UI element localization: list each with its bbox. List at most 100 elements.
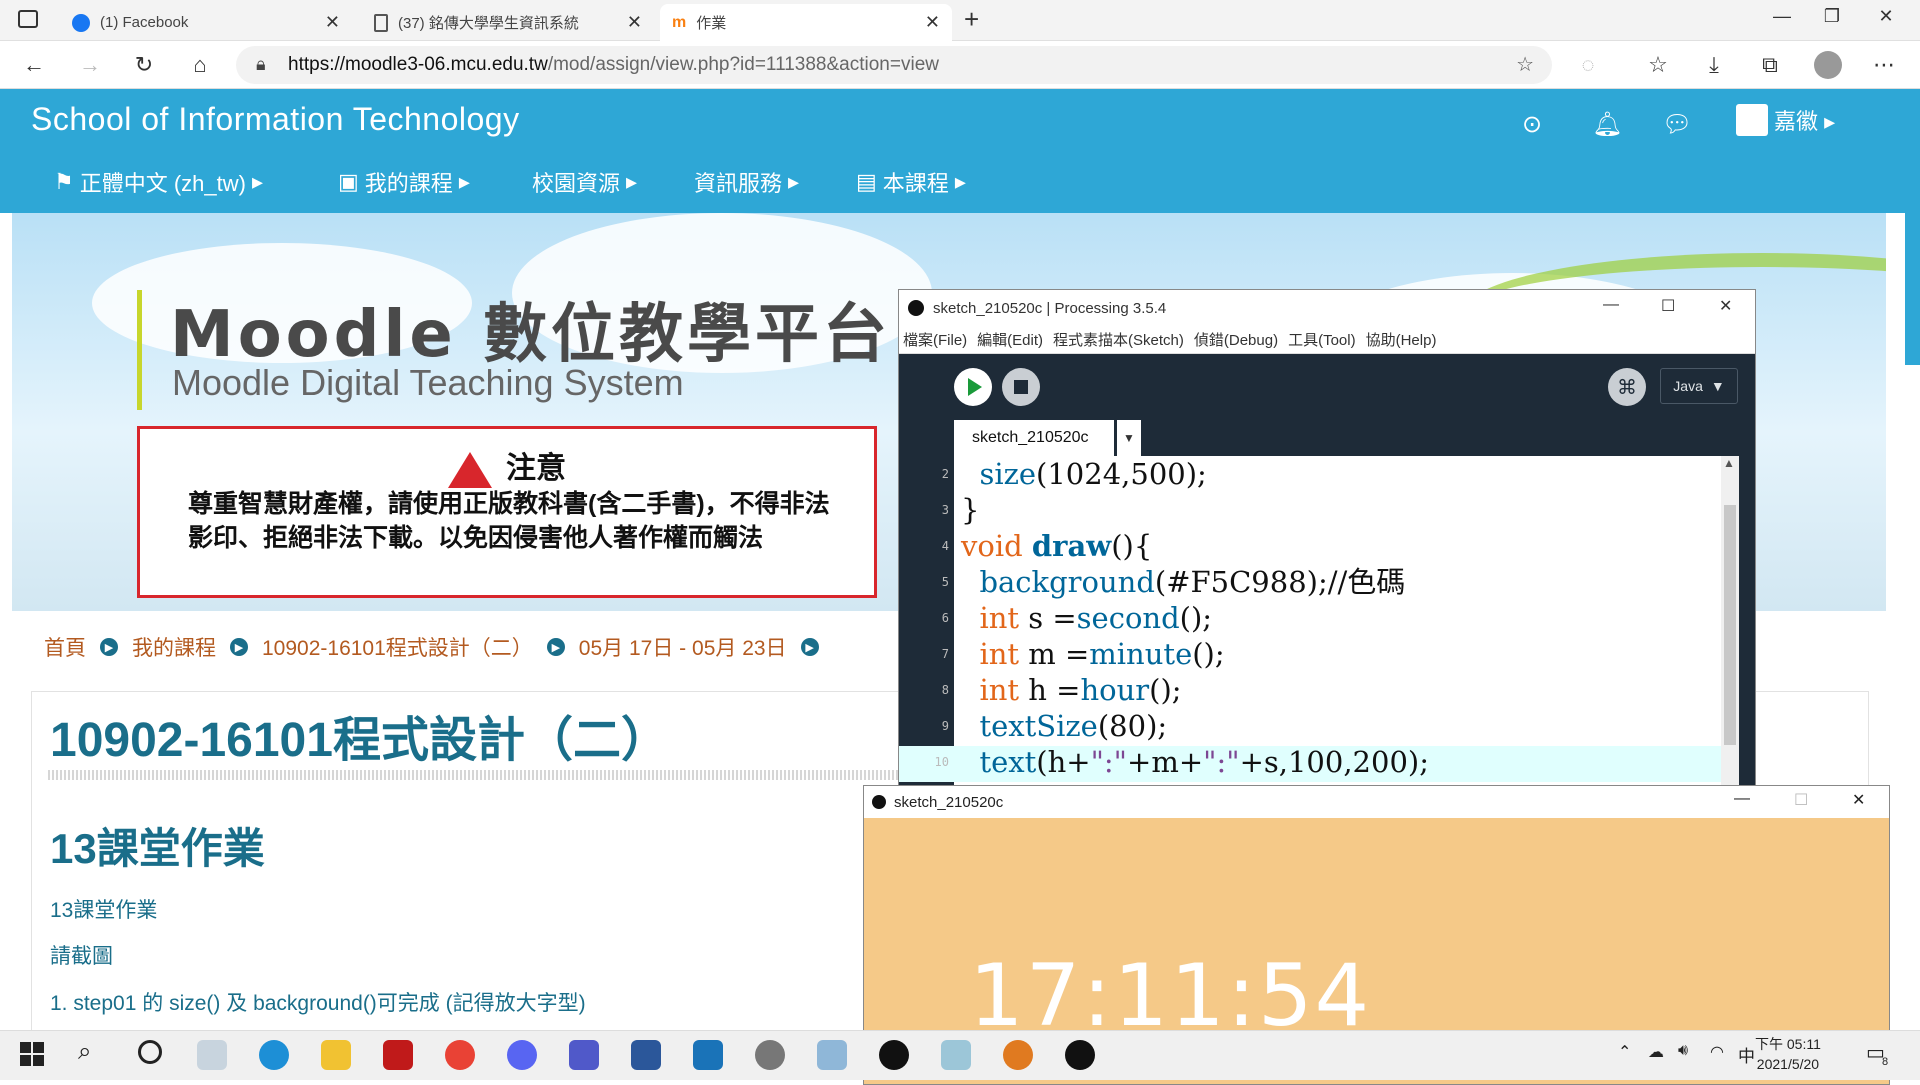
breadcrumb-week[interactable]: 05月 17日 - 05月 23日 [579, 632, 787, 662]
sketch-titlebar: sketch_210520c — ☐ ✕ [864, 786, 1889, 818]
media-player-icon[interactable] [693, 1040, 723, 1070]
user-avatar[interactable] [1736, 104, 1768, 136]
caret-icon: ▸ [954, 169, 966, 194]
onedrive-icon[interactable]: ☁ [1648, 1042, 1664, 1062]
restore-icon[interactable]: ❐ [1812, 6, 1852, 27]
game-app-icon[interactable] [383, 1040, 413, 1070]
discord-icon[interactable] [507, 1040, 537, 1070]
stop-button[interactable] [1002, 368, 1040, 406]
tab-actions-icon[interactable] [18, 10, 38, 28]
clock-date: 2021/5/20 [1756, 1056, 1820, 1072]
tray-overflow-icon[interactable]: ⌃ [1618, 1042, 1631, 1062]
tab-assignment[interactable]: m 作業 ✕ [660, 4, 952, 41]
sketch-close-icon[interactable]: ✕ [1852, 790, 1865, 810]
ide-toolbar: ⌘ Java ▼ [899, 354, 1755, 424]
ide-menu-debug[interactable]: 偵錯(Debug) [1194, 329, 1278, 350]
ide-maximize-icon[interactable]: ☐ [1661, 296, 1675, 316]
more-icon[interactable]: ⋯ [1866, 49, 1902, 81]
profile-avatar[interactable] [1814, 51, 1842, 79]
mode-label: Java [1673, 378, 1703, 394]
collections-icon[interactable]: ⧉ [1752, 49, 1788, 81]
caret-down-icon: ▼ [1710, 378, 1725, 394]
breadcrumb-course[interactable]: 10902-16101程式設計（二） [262, 632, 533, 662]
run-button[interactable] [954, 368, 992, 406]
game-mushroom-icon[interactable] [1003, 1040, 1033, 1070]
breadcrumb-home[interactable]: 首頁 [44, 632, 86, 662]
close-window-icon[interactable]: ✕ [1866, 6, 1906, 27]
new-tab-button[interactable]: + [964, 4, 979, 35]
task-view-icon[interactable] [138, 1040, 162, 1064]
close-tab-icon[interactable]: ✕ [627, 12, 642, 33]
ide-minimize-icon[interactable]: — [1603, 296, 1619, 314]
back-icon[interactable]: ← [16, 49, 52, 81]
favorites-icon[interactable]: ☆ [1640, 49, 1676, 81]
tab-facebook[interactable]: (1) Facebook ✕ [60, 4, 352, 41]
search-icon[interactable]: ⌕ [78, 1038, 91, 1066]
edge-browser-icon[interactable] [259, 1040, 289, 1070]
ide-menu-help[interactable]: 協助(Help) [1366, 329, 1437, 350]
code-line: int s =second(); [979, 601, 1213, 635]
close-tab-icon[interactable]: ✕ [325, 12, 340, 33]
ime-indicator[interactable]: 中 [1738, 1042, 1755, 1067]
settings-gear-icon[interactable] [755, 1040, 785, 1070]
menu-my-courses[interactable]: ▣ 我的課程 ▸ [338, 166, 470, 198]
flag-icon: ⚑ [54, 169, 74, 194]
volume-icon[interactable]: 🔊︎ [1678, 1042, 1688, 1060]
chevron-right-icon: ▶ [800, 638, 819, 656]
sketch-tab[interactable]: sketch_210520c [954, 420, 1114, 456]
tab-menu-arrow-icon[interactable]: ▼ [1117, 420, 1141, 456]
menu-this-course[interactable]: ▤ 本課程 ▸ [856, 166, 966, 198]
sketch-minimize-icon[interactable]: — [1734, 790, 1750, 808]
page-scrollbar[interactable] [1905, 89, 1920, 365]
assignment-line-3: 1. step01 的 size() 及 background()可完成 (記得… [50, 992, 586, 1015]
windows-start-icon[interactable] [20, 1042, 44, 1066]
downloads-icon[interactable]: ⤓ [1696, 49, 1732, 81]
ide-title: sketch_210520c | Processing 3.5.4 [933, 299, 1167, 317]
assignment-line-1: 13課堂作業 [50, 899, 158, 922]
breadcrumb-my-courses[interactable]: 我的課程 [132, 632, 216, 662]
ide-menu-edit[interactable]: 編輯(Edit) [977, 329, 1043, 350]
ide-menu-file[interactable]: 檔案(File) [903, 329, 967, 350]
wifi-icon[interactable]: ◠ [1710, 1042, 1724, 1062]
messages-icon[interactable]: 💬︎ [1662, 110, 1692, 139]
url-path: /mod/assign/view.php?id=111388&action=vi… [547, 54, 939, 75]
system-clock[interactable]: 下午 05:11 2021/5/20 [1755, 1034, 1821, 1074]
ide-close-icon[interactable]: ✕ [1719, 296, 1732, 316]
minimize-icon[interactable]: — [1762, 6, 1802, 27]
processing-app-icon[interactable] [879, 1040, 909, 1070]
mode-selector[interactable]: Java ▼ [1660, 368, 1738, 404]
teams-icon[interactable] [569, 1040, 599, 1070]
debugger-button[interactable]: ⌘ [1608, 368, 1646, 406]
chevron-right-icon: ▶ [546, 638, 565, 656]
close-tab-icon[interactable]: ✕ [925, 12, 940, 33]
notification-bell-icon[interactable]: 🔔︎ [1592, 110, 1622, 139]
menu-campus-resources[interactable]: 校園資源 ▸ [532, 166, 637, 198]
tab-student-system[interactable]: (37) 銘傳大學學生資訊系統 ✕ [362, 4, 654, 41]
photos-app-icon[interactable] [197, 1040, 227, 1070]
forward-icon[interactable]: → [72, 49, 108, 81]
ide-menu-tool[interactable]: 工具(Tool) [1288, 329, 1356, 350]
read-aloud-icon[interactable]: ◌ [1570, 49, 1606, 81]
home-icon[interactable]: ⌂ [182, 49, 218, 81]
notepad-icon[interactable] [941, 1040, 971, 1070]
control-panel-icon[interactable] [817, 1040, 847, 1070]
file-explorer-icon[interactable] [321, 1040, 351, 1070]
menu-language[interactable]: ⚑ 正體中文 (zh_tw) ▸ [54, 166, 263, 198]
line-number: 6 [941, 611, 949, 625]
address-bar[interactable]: 🔒︎ https://moodle3-06.mcu.edu.tw/mod/ass… [236, 46, 1552, 84]
ide-menu-sketch[interactable]: 程式素描本(Sketch) [1053, 329, 1184, 350]
line-number: 9 [941, 719, 949, 733]
code-line: background(#F5C988);//色碼 [979, 565, 1406, 599]
browser-tab-strip: (1) Facebook ✕ (37) 銘傳大學學生資訊系統 ✕ m 作業 ✕ … [0, 0, 1920, 41]
user-menu[interactable]: 嘉徽 ▸ [1774, 104, 1835, 136]
word-icon[interactable] [631, 1040, 661, 1070]
notice-body: 尊重智慧財產權，請使用正版教科書(含二手書)，不得非法影印、拒絕非法下載。以免因… [188, 490, 830, 552]
site-title[interactable]: School of Information Technology [31, 101, 520, 138]
add-favorite-icon[interactable]: ☆ [1516, 52, 1534, 77]
menu-info-services[interactable]: 資訊服務 ▸ [694, 166, 799, 198]
refresh-icon[interactable]: ↻ [126, 49, 162, 81]
chrome-browser-icon[interactable] [445, 1040, 475, 1070]
download-icon[interactable]: ⊙ [1522, 110, 1542, 139]
sketch-running-icon[interactable] [1065, 1040, 1095, 1070]
sketch-maximize-icon[interactable]: ☐ [1794, 790, 1808, 810]
